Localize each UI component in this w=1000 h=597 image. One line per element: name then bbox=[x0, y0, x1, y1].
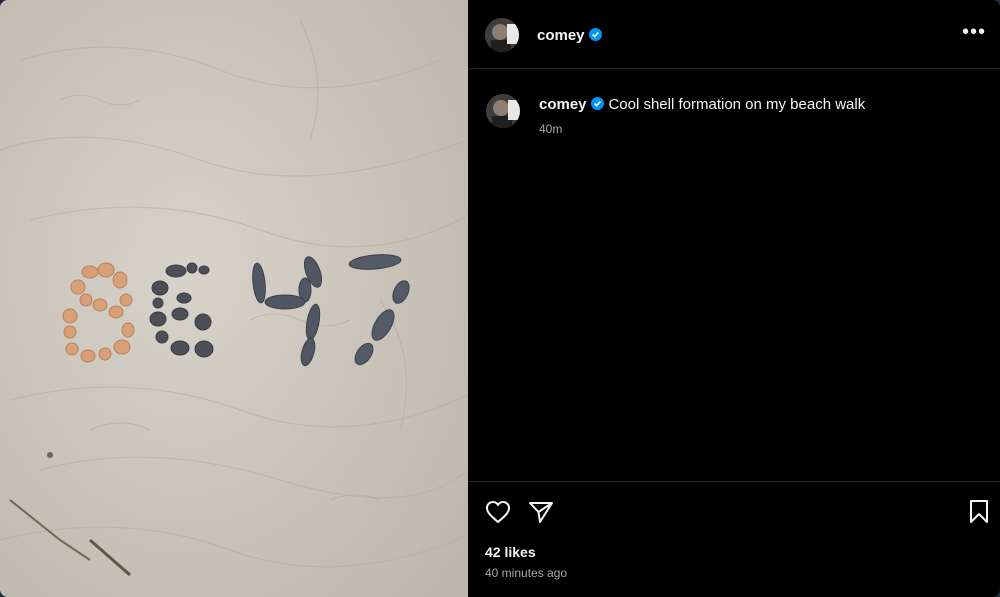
avatar[interactable] bbox=[485, 18, 519, 52]
header-username-row[interactable]: comey bbox=[537, 27, 602, 44]
heart-icon[interactable] bbox=[485, 500, 511, 529]
caption-text: Cool shell formation on my beach walk bbox=[608, 96, 866, 113]
post-header: comey ••• bbox=[468, 0, 1000, 69]
caption-timestamp[interactable]: 40m bbox=[539, 122, 562, 136]
post-photo[interactable] bbox=[0, 0, 468, 597]
post-viewer: comey ••• comey Cool shell formation on … bbox=[0, 0, 1000, 597]
action-bar: 42 likes 40 minutes ago bbox=[468, 481, 1000, 597]
likes-count[interactable]: 42 likes bbox=[485, 544, 536, 560]
post-timestamp[interactable]: 40 minutes ago bbox=[485, 566, 567, 580]
more-options-icon[interactable]: ••• bbox=[962, 22, 986, 42]
verified-badge-icon bbox=[588, 28, 602, 41]
avatar-image bbox=[485, 18, 519, 52]
header-username[interactable]: comey bbox=[537, 27, 585, 44]
bookmark-icon[interactable] bbox=[968, 499, 990, 530]
caption-avatar[interactable] bbox=[486, 94, 520, 128]
send-icon[interactable] bbox=[528, 500, 554, 529]
caption-line: comey Cool shell formation on my beach w… bbox=[539, 96, 865, 114]
caption-row: comey Cool shell formation on my beach w… bbox=[486, 94, 986, 144]
avatar-image bbox=[486, 94, 520, 128]
post-details-panel: comey ••• comey Cool shell formation on … bbox=[468, 0, 1000, 597]
verified-badge-icon bbox=[590, 97, 604, 110]
beach-sand-shells-image bbox=[0, 0, 468, 597]
caption-username[interactable]: comey bbox=[539, 96, 587, 113]
